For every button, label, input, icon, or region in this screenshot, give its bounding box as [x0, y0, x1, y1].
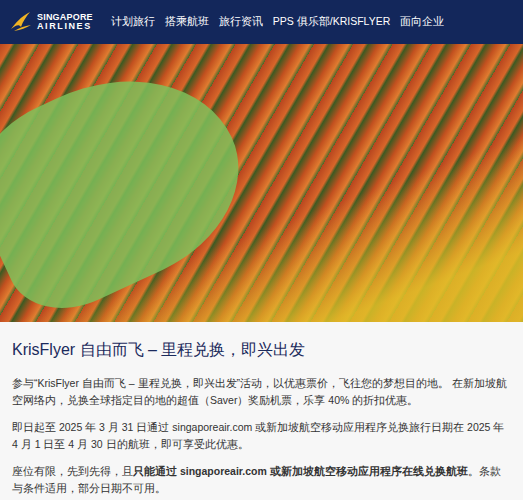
article-title: KrisFlyer 自由而飞 – 里程兑换，即兴出发: [12, 340, 511, 361]
article-paragraph: 参与“KrisFlyer 自由而飞 – 里程兑换，即兴出发”活动，以优惠票价，飞…: [12, 375, 511, 409]
main-nav: 计划旅行搭乘航班旅行资讯 PPS 俱乐部/KRISFLYER 面向企业: [111, 15, 444, 29]
hero-image: [0, 44, 523, 322]
text-segment: 只能通过 singaporeair.com 或新加坡航空移动应用程序在线兑换航班: [133, 465, 468, 477]
text-segment: 即日起至 2025 年 3 月 31 日通过 singaporeair.com …: [12, 421, 504, 450]
nav-item[interactable]: 计划旅行: [111, 15, 155, 29]
nav-item[interactable]: 旅行资讯: [219, 15, 263, 29]
nav-item[interactable]: PPS 俱乐部/KRISFLYER: [273, 15, 390, 29]
article: KrisFlyer 自由而飞 – 里程兑换，即兴出发参与“KrisFlyer 自…: [0, 322, 523, 497]
logo[interactable]: SINGAPOREAIRLINES: [8, 9, 93, 35]
top-bar: SINGAPOREAIRLINES 计划旅行搭乘航班旅行资讯 PPS 俱乐部/KRI…: [0, 0, 523, 44]
nav-item[interactable]: 搭乘航班: [165, 15, 209, 29]
brush-stroke: [0, 44, 270, 322]
article-paragraph: 即日起至 2025 年 3 月 31 日通过 singaporeair.com …: [12, 419, 511, 453]
text-segment: 座位有限，先到先得，且: [12, 465, 133, 477]
page: SINGAPOREAIRLINES 计划旅行搭乘航班旅行资讯 PPS 俱乐部/KRI…: [0, 0, 523, 500]
bird-logo-icon: [8, 9, 34, 35]
article-paragraph: 座位有限，先到先得，且只能通过 singaporeair.com 或新加坡航空移…: [12, 463, 511, 497]
logo-text: SINGAPOREAIRLINES: [37, 13, 93, 32]
text-segment: 参与“KrisFlyer 自由而飞 – 里程兑换，即兴出发”活动，以优惠票价，飞…: [12, 377, 507, 406]
nav-item[interactable]: 面向企业: [400, 15, 444, 29]
